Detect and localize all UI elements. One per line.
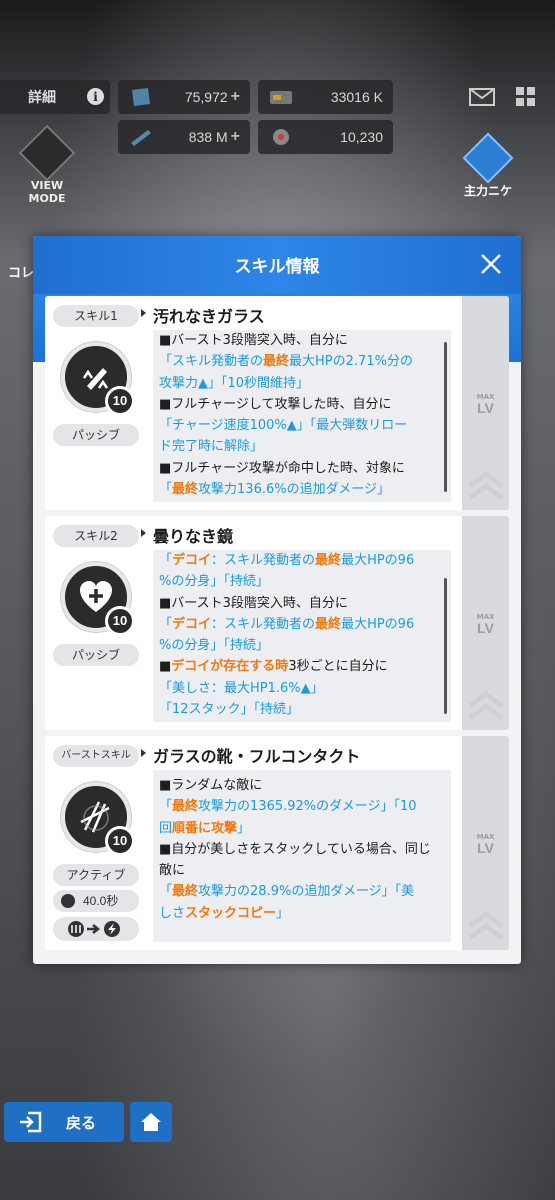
skill2-level-badge: 10 [105, 606, 135, 636]
skill1-level-panel: MAX LV [462, 296, 509, 510]
burst-level-badge: 10 [105, 826, 135, 856]
scrollbar[interactable] [444, 578, 447, 714]
skill1-tag: スキル1 [53, 305, 139, 327]
desc-line: %の分身」「持続」 [159, 638, 269, 654]
credit-card-icon [270, 91, 292, 104]
desc-line: 「最終攻撃力136.6%の追加ダメージ」 [159, 482, 390, 498]
view-mode-icon [18, 124, 76, 182]
burst-tag: バーストスキル [53, 745, 139, 767]
chevron-up-icon [468, 690, 504, 720]
lv-label: LV [477, 840, 494, 856]
skill2-tag: スキル2 [53, 525, 139, 547]
burst-description[interactable]: ■ランダムな敵に 「最終攻撃力の1365.92%のダメージ」「10 回順番に攻撃… [153, 770, 451, 942]
skill2-level-panel: MAX LV [462, 516, 509, 730]
home-icon [141, 1113, 161, 1131]
mail-icon [469, 88, 495, 106]
skill1-type: パッシブ [53, 424, 139, 446]
grid-icon [516, 87, 535, 106]
desc-line: 「最終攻撃力の1365.92%のダメージ」「10 [159, 799, 417, 815]
desc-line: 「12スタック」「持続」 [159, 702, 300, 718]
close-icon[interactable] [477, 250, 505, 278]
name-partial: コレ [8, 266, 35, 281]
desc-line: 「最終攻撃力の28.9%の追加ダメージ」「美 [159, 884, 415, 900]
core-resource[interactable]: 10,230 [258, 120, 393, 154]
desc-line: ■ランダムな敵に [159, 778, 263, 793]
menu-grid-button[interactable] [506, 80, 546, 114]
info-icon[interactable]: i [87, 88, 104, 105]
detail-label: 詳細 [28, 90, 56, 106]
scrollbar[interactable] [444, 342, 447, 492]
skill2-icon: 10 [61, 562, 135, 636]
burst-name: ガラスの靴・フルコンタクト [140, 743, 360, 767]
modal-header: スキル情報 [33, 236, 521, 294]
skill2-name: 曇りなき鏡 [140, 523, 233, 547]
desc-line: ■自分が美しさをスタックしている場合、同じ [159, 841, 431, 857]
lv-label: LV [477, 620, 494, 636]
cooldown-value: 40.0秒 [83, 894, 119, 908]
desc-line: ド完了時に解除」 [159, 439, 264, 455]
cooldown-badge: 40.0秒 [53, 890, 139, 912]
desc-line: 敵に [159, 863, 186, 879]
skill-info-modal: スキル情報 MAX LV スキル1 汚れなきガラス 10 パッシブ ■バースト3… [33, 236, 521, 964]
main-nikke-label: 主力ニケ [463, 184, 512, 198]
burst-icon: 10 [61, 782, 135, 856]
gem-value: 75,972 [184, 89, 228, 105]
core-value: 10,230 [340, 129, 383, 145]
desc-line: ■バースト3段階突入時、自分に [159, 333, 348, 348]
desc-line: ■フルチャージ攻撃が命中した時、対象に [159, 460, 405, 476]
exit-icon [20, 1111, 42, 1133]
credit-resource[interactable]: 33016 K [258, 80, 393, 114]
bullet-value: 838 M [188, 129, 228, 145]
gem-icon [132, 88, 150, 106]
modal-title: スキル情報 [234, 257, 320, 277]
desc-line: しさスタックコピー」 [159, 905, 290, 921]
mail-button[interactable] [462, 80, 502, 114]
skill-card-1[interactable]: MAX LV スキル1 汚れなきガラス 10 パッシブ ■バースト3段階突入時、… [45, 296, 509, 510]
skill1-description[interactable]: ■バースト3段階突入時、自分に 「スキル発動者の最終最大HPの2.71%分の 攻… [153, 330, 451, 502]
skill2-description[interactable]: 「デコイ：スキル発動者の最終最大HPの96 %の分身」「持続」 ■バースト3段階… [153, 550, 451, 722]
desc-line: 「デコイ：スキル発動者の最終最大HPの96 [159, 553, 415, 568]
chevron-up-icon [468, 470, 504, 500]
desc-line: ■バースト3段階突入時、自分に [159, 595, 348, 611]
skill1-name: 汚れなきガラス [141, 303, 265, 327]
main-nikke-button[interactable]: 主力ニケ [448, 132, 528, 200]
burst-level-panel: MAX LV [462, 736, 509, 950]
star-icon [462, 132, 514, 184]
chevron-up-icon [468, 910, 504, 940]
burst-type: アクティブ [53, 864, 139, 886]
gem-resource[interactable]: 75,972 + [118, 80, 250, 114]
view-mode-button[interactable]: VIEW MODE [18, 124, 76, 205]
weapon-up-icon [82, 368, 109, 390]
bullet-resource[interactable]: 838 M + [118, 120, 250, 154]
clock-icon [61, 894, 75, 908]
core-icon [273, 129, 289, 145]
desc-line: 「美しさ：最大HP1.6%▲」 [159, 680, 324, 696]
desc-line: 攻撃力▲」「10秒間維持」 [159, 375, 310, 391]
skill1-level-badge: 10 [105, 386, 135, 416]
skill-card-2[interactable]: MAX LV スキル2 曇りなき鏡 10 パッシブ 「デコイ：スキル発動者の最終… [45, 516, 509, 730]
skill2-type: パッシブ [53, 644, 139, 666]
desc-line: 「デコイ：スキル発動者の最終最大HPの96 [159, 616, 415, 632]
desc-line: 「チャージ速度100%▲」「最大弾数リロー [159, 418, 408, 434]
skill1-icon: 10 [61, 342, 135, 416]
desc-line: ■デコイが存在する時3秒ごとに自分に [159, 659, 388, 675]
bullet-icon [131, 130, 151, 146]
heart-plus-icon [80, 581, 112, 612]
desc-line: 回順番に攻撃」 [159, 820, 251, 836]
lv-label: LV [477, 400, 494, 416]
desc-line: %の分身」「持続」 [159, 574, 269, 590]
burst-stage-icon [68, 921, 120, 937]
back-label: 戻る [66, 1113, 97, 1132]
back-button[interactable]: 戻る [4, 1102, 124, 1142]
burst-stage-indicator [53, 917, 139, 941]
desc-line: ■フルチャージして攻撃した時、自分に [159, 396, 392, 412]
gem-plus-icon[interactable]: + [231, 88, 240, 106]
credit-value: 33016 K [330, 89, 383, 105]
skill-card-burst[interactable]: MAX LV バーストスキル ガラスの靴・フルコンタクト 10 アクティブ 40… [45, 736, 509, 950]
view-mode-label: VIEW MODE [28, 179, 66, 205]
home-button[interactable] [130, 1102, 172, 1142]
desc-line: 「スキル発動者の最終最大HPの2.71%分の [159, 354, 413, 370]
bullet-plus-icon[interactable]: + [231, 128, 240, 146]
